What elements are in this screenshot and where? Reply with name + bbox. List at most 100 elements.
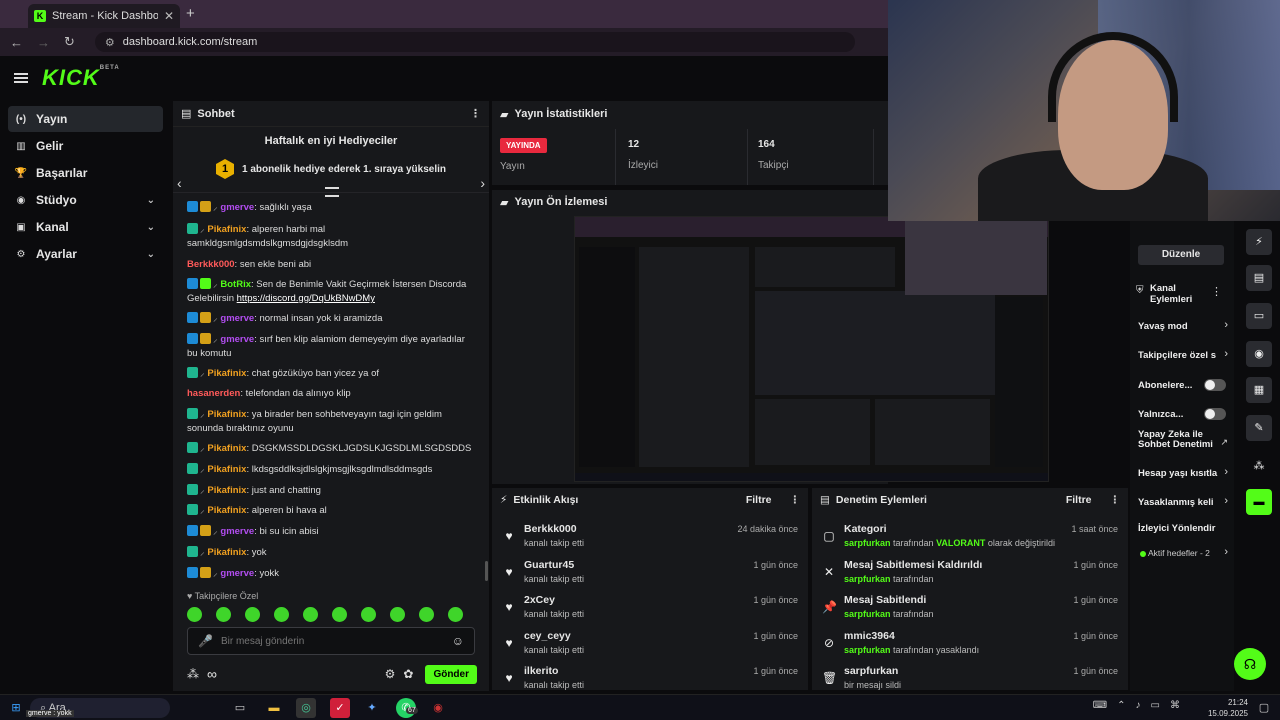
volume-icon[interactable]: ♪ (1136, 700, 1141, 711)
activity-row[interactable]: ♥ cey_ceyy kanalı takip etti 1 gün önce (502, 630, 798, 662)
microphone-icon[interactable]: 🎤 (198, 634, 213, 648)
chevron-right-icon[interactable]: › (480, 175, 485, 191)
emote-icon[interactable] (274, 607, 289, 622)
sidebar-item-gelir[interactable]: ▥ Gelir (8, 133, 163, 159)
moderator-name[interactable]: sarpfurkan (844, 645, 891, 655)
external-link-icon[interactable]: ↗ (1220, 437, 1228, 448)
extension-icon[interactable]: ✿ (403, 667, 413, 681)
moderator-name[interactable]: sarpfurkan (844, 574, 891, 584)
chat-username[interactable]: Pikafinix (207, 485, 246, 496)
points-icon[interactable]: ⁂ (1246, 453, 1272, 479)
chat-link[interactable]: https://discord.gg/DqUkBNwDMy (237, 293, 375, 304)
chat-username[interactable]: Pikafinix (207, 409, 246, 420)
language-icon[interactable]: ⌘ (1170, 700, 1180, 711)
moderation-row[interactable]: 🗑 sarpfurkan bir mesajı sildi 1 gün önce (822, 665, 1118, 697)
support-icon[interactable]: ☊ (1234, 648, 1266, 680)
close-tab-icon[interactable]: ✕ (164, 9, 174, 23)
clock[interactable]: 21:24 15.09.2025 (1208, 697, 1248, 719)
emote-icon[interactable] (332, 607, 347, 622)
chat-username[interactable]: Pikafinix (207, 443, 246, 454)
menu-icon[interactable] (14, 73, 28, 83)
activity-user[interactable]: cey_ceyy (524, 630, 571, 642)
account-age-item[interactable]: Hesap yaşı kısıtla (1138, 468, 1226, 479)
forward-icon[interactable]: → (37, 35, 50, 50)
activity-user[interactable]: ilkerito (524, 665, 558, 677)
chat-username[interactable]: Berkkk000 (187, 259, 235, 270)
viewer-redirect-item[interactable]: İzleyici Yönlendir (1138, 523, 1230, 534)
activity-user[interactable]: Berkkk000 (524, 523, 577, 535)
chat-input[interactable] (220, 635, 444, 647)
moderation-row[interactable]: ⊘ mmic3964 sarpfurkan tarafından yasakland… (822, 630, 1118, 662)
sidebar-item-ayarlar[interactable]: ⚙ Ayarlar ⌄ (8, 241, 163, 267)
chat-username[interactable]: gmerve (220, 313, 254, 324)
chat-username[interactable]: gmerve (220, 202, 254, 213)
back-icon[interactable]: ← (10, 35, 23, 50)
emote-icon[interactable] (448, 607, 463, 622)
emote-icon[interactable] (245, 607, 260, 622)
emote-icon[interactable] (187, 607, 202, 622)
clapperboard-icon[interactable]: ▬ (1246, 489, 1272, 515)
emoji-icon[interactable]: ☺ (452, 634, 464, 648)
chevron-right-icon[interactable]: › (1224, 319, 1228, 331)
moderator-name[interactable]: sarpfurkan (844, 538, 891, 548)
points-icon[interactable]: ⁂ (187, 667, 199, 681)
chevron-up-icon[interactable]: ⌃ (1117, 700, 1125, 711)
more-icon[interactable]: ⋮ (790, 494, 801, 506)
chat-username[interactable]: gmerve (220, 526, 254, 537)
chat-more-icon[interactable]: ⋮ (470, 107, 481, 120)
task-view-icon[interactable]: ▭ (230, 698, 250, 718)
chrome-icon[interactable]: ◎ (296, 698, 316, 718)
emote-icon[interactable] (303, 607, 318, 622)
notification-icon[interactable]: ▢ (1254, 698, 1274, 718)
reload-icon[interactable]: ↻ (64, 34, 75, 50)
chat-username[interactable]: BotRix (220, 279, 251, 290)
url-field[interactable]: ⚙ dashboard.kick.com/stream (94, 32, 855, 52)
more-icon[interactable]: ⋮ (1211, 285, 1222, 298)
subscribers-toggle[interactable] (1204, 379, 1226, 391)
chevron-right-icon[interactable]: › (1224, 466, 1228, 478)
lightning-icon[interactable]: ⚡ (1246, 229, 1272, 255)
filter-button[interactable]: Filtre (746, 494, 772, 506)
activity-row[interactable]: ♥ 2xCey kanalı takip etti 1 gün önce (502, 594, 798, 626)
chat-pin-icon[interactable] (325, 187, 339, 197)
chat-username[interactable]: Pikafinix (207, 464, 246, 475)
more-icon[interactable]: ⋮ (1110, 494, 1121, 506)
chat-icon[interactable]: ▭ (1246, 303, 1272, 329)
chat-username[interactable]: Pikafinix (207, 368, 246, 379)
keyboard-icon[interactable]: ⌨ (1093, 700, 1107, 711)
moderation-row[interactable]: 📌 Mesaj Sabitlendi sarpfurkan tarafından 1 … (822, 594, 1118, 626)
sidebar-item-studyo[interactable]: ◉ Stüdyo ⌄ (8, 187, 163, 213)
sidebar-item-basarilar[interactable]: 🏆 Başarılar (8, 160, 163, 186)
chevron-left-icon[interactable]: ‹ (177, 175, 182, 191)
chat-username[interactable]: hasanerden (187, 388, 240, 399)
chevron-right-icon[interactable]: › (1224, 348, 1228, 360)
document-icon[interactable]: ▤ (1246, 265, 1272, 291)
file-explorer-icon[interactable]: ▬ (264, 698, 284, 718)
emote-icon[interactable] (390, 607, 405, 622)
moderation-row[interactable]: ✕ Mesaj Sabitlemesi Kaldırıldı sarpfurkan … (822, 559, 1118, 591)
activity-row[interactable]: ♥ Guartur45 kanalı takip etti 1 gün önce (502, 559, 798, 591)
chat-username[interactable]: Pikafinix (207, 547, 246, 558)
settings-icon[interactable]: ⚙ (385, 667, 396, 681)
chevron-right-icon[interactable]: › (1224, 495, 1228, 507)
chat-username[interactable]: gmerve (220, 334, 254, 345)
filter-button[interactable]: Filtre (1066, 494, 1092, 506)
activity-row[interactable]: ♥ ilkerito kanalı takip etti 1 gün önce (502, 665, 798, 697)
browser-tab[interactable]: K Stream - Kick Dashboard ✕ (28, 4, 180, 28)
app-icon[interactable]: ✦ (362, 698, 382, 718)
new-tab-icon[interactable]: + (186, 5, 195, 22)
banned-words-item[interactable]: Yasaklanmış keli (1138, 497, 1226, 508)
moderator-name[interactable]: sarpfurkan (844, 609, 891, 619)
emote-icon[interactable] (361, 607, 376, 622)
activity-user[interactable]: 2xCey (524, 594, 555, 606)
site-info-icon[interactable]: ⚙ (105, 36, 115, 49)
moderation-row[interactable]: ▢ Kategori sarpfurkan tarafından VALORANT … (822, 523, 1118, 555)
emote-icon[interactable] (216, 607, 231, 622)
send-button[interactable]: Gönder (425, 664, 477, 684)
emote-icon[interactable] (419, 607, 434, 622)
broadcast-icon[interactable]: ◉ (1246, 341, 1272, 367)
ai-moderation-item[interactable]: Yapay Zeka ile Sohbet Denetimi (1138, 430, 1214, 450)
chat-username[interactable]: Pikafinix (207, 224, 246, 235)
only-toggle[interactable] (1204, 408, 1226, 420)
chat-username[interactable]: gmerve (220, 568, 254, 579)
